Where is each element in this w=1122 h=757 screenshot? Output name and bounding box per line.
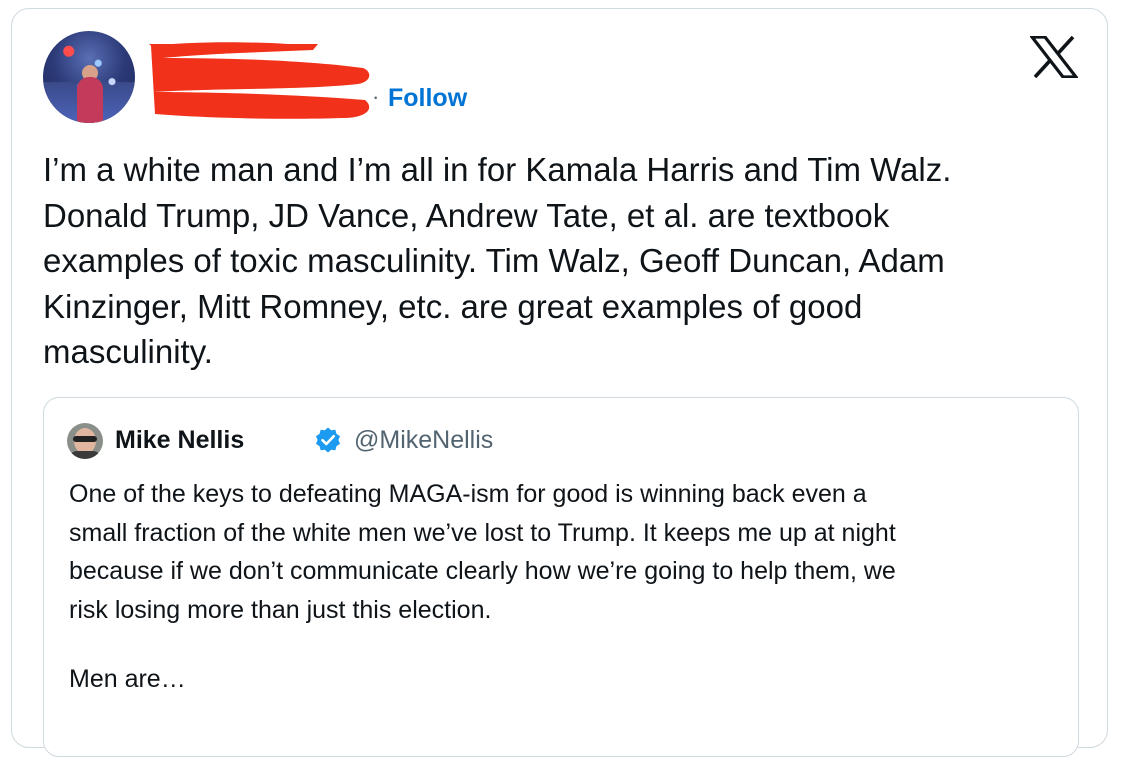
post-text-line: masculinity.	[43, 333, 213, 370]
post-text-line: Kinzinger, Mitt Romney, etc. are great e…	[43, 287, 863, 325]
avatar-figure	[77, 77, 103, 123]
verified-badge-icon	[316, 427, 340, 453]
x-logo-stroke-lower	[1033, 58, 1053, 78]
post-text-line: examples of toxic masculinity. Tim Walz,…	[43, 242, 945, 279]
separator-dot: ·	[372, 84, 380, 109]
quoted-text-line: small fraction of the white men we’ve lo…	[69, 518, 896, 547]
avatar-shirt	[69, 451, 101, 459]
quoted-author-avatar[interactable]	[67, 423, 103, 459]
follow-button[interactable]: Follow	[388, 83, 467, 113]
redaction-stroke-top	[149, 44, 318, 56]
quoted-text-truncated: Men are…	[69, 665, 186, 693]
x-logo-stroke-upper	[1055, 36, 1075, 56]
quoted-author-name[interactable]: Mike Nellis	[115, 425, 244, 455]
quoted-author-handle[interactable]: @MikeNellis	[354, 425, 493, 455]
avatar-glasses	[73, 436, 97, 442]
verified-badge-shape	[316, 427, 340, 453]
quoted-post-text: One of the keys to defeating MAGA-ism fo…	[69, 475, 1069, 629]
author-name-redaction	[149, 42, 370, 119]
quoted-text-line: because if we don’t communicate clearly …	[69, 557, 896, 585]
x-logo-icon[interactable]	[1030, 36, 1078, 78]
post-text-line: Donald Trump, JD Vance, Andrew Tate, et …	[43, 196, 890, 234]
author-avatar[interactable]	[43, 31, 135, 123]
post-text-line: I’m a white man and I’m all in for Kamal…	[43, 151, 952, 188]
quoted-post[interactable]: Mike Nellis @MikeNellis One of the keys …	[43, 397, 1079, 757]
post-text: I’m a white man and I’m all in for Kamal…	[43, 147, 1093, 375]
quoted-text-line: risk losing more than just this election…	[69, 595, 492, 624]
quoted-text-line: One of the keys to defeating MAGA-ism fo…	[69, 480, 867, 508]
